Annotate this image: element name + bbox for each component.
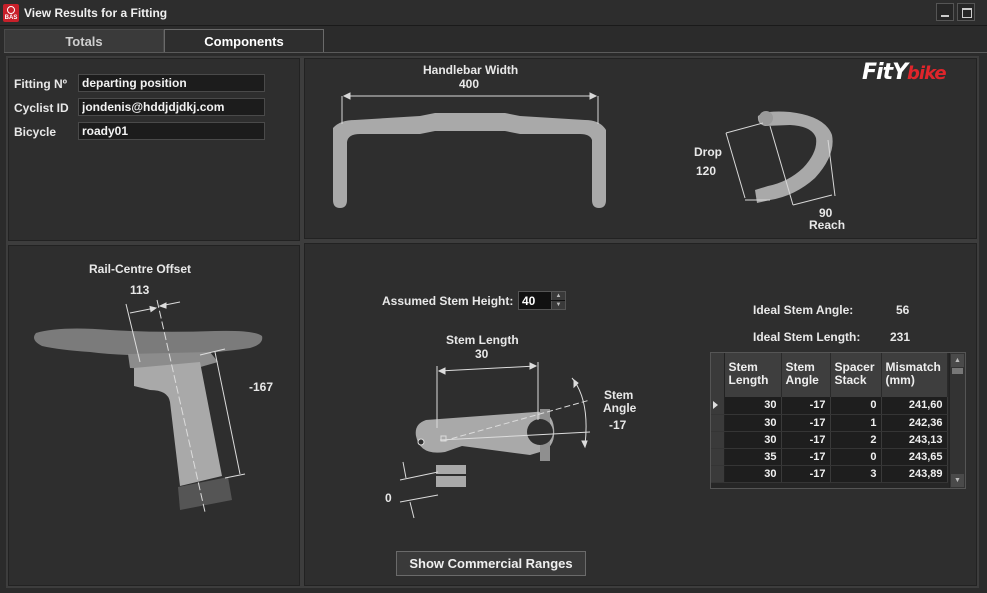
stem-length-value: 30 (475, 347, 489, 361)
rail-offset-value: 113 (130, 283, 150, 297)
logo-bike-text: bike (907, 63, 947, 84)
show-commercial-ranges-button[interactable]: Show Commercial Ranges (396, 551, 586, 576)
tab-components[interactable]: Components (164, 29, 324, 53)
rail-centre-offset-title: Rail-Centre Offset (89, 262, 192, 276)
cell-mismatch[interactable]: 243,65 (881, 448, 948, 466)
row-selector[interactable] (711, 431, 725, 449)
assumed-stem-height-label: Assumed Stem Height: (382, 294, 514, 308)
logo-fit-text: FitY (862, 60, 908, 85)
table-row[interactable]: 30 -17 0 241,60 (711, 397, 948, 415)
table-row[interactable]: 35 -17 0 243,65 (711, 448, 948, 466)
stem-length-label: Stem Length (446, 333, 519, 347)
grid-vertical-scrollbar[interactable]: ▲ ▼ (949, 353, 965, 488)
scroll-up-arrow-icon[interactable]: ▲ (951, 354, 964, 367)
col-stem-length[interactable]: Stem Length (724, 353, 782, 397)
drop-value: 120 (696, 164, 717, 178)
col-mismatch[interactable]: Mismatch (mm) (881, 353, 948, 397)
app-logo-icon: BAS (3, 4, 19, 22)
window-title: View Results for a Fitting (24, 6, 168, 20)
current-row-indicator-icon (713, 401, 718, 409)
fitting-number-label: Fitting Nº (14, 77, 68, 91)
cell-spacer-stack[interactable]: 3 (830, 465, 882, 483)
cell-mismatch[interactable]: 241,60 (881, 397, 948, 415)
cell-stem-length[interactable]: 30 (724, 414, 782, 432)
cyclist-id-label: Cyclist ID (14, 101, 69, 115)
stem-height-input[interactable] (519, 292, 551, 309)
cell-stem-length[interactable]: 30 (724, 431, 782, 449)
stem-angle-label-1: Stem (604, 388, 634, 402)
handlebar-width-label: Handlebar Width (423, 63, 519, 77)
cell-stem-angle[interactable]: -17 (781, 465, 831, 483)
bicycle-label: Bicycle (14, 125, 57, 139)
stem-height-stepper[interactable]: ▲ ▼ (518, 291, 566, 310)
cyclist-id-field[interactable] (78, 98, 265, 116)
cell-stem-angle[interactable]: -17 (781, 431, 831, 449)
scroll-thumb[interactable] (952, 368, 963, 374)
tab-totals[interactable]: Totals (4, 29, 164, 53)
table-row[interactable]: 30 -17 2 243,13 (711, 431, 948, 449)
cell-stem-angle[interactable]: -17 (781, 448, 831, 466)
scroll-down-arrow-icon[interactable]: ▼ (951, 474, 964, 487)
table-row[interactable]: 30 -17 3 243,89 (711, 465, 948, 483)
seatpost-height-value: -167 (249, 380, 274, 394)
row-selector[interactable] (711, 448, 725, 466)
ideal-stem-angle-label: Ideal Stem Angle: (753, 303, 854, 317)
handlebar-width-value: 400 (459, 77, 480, 91)
col-spacer-stack[interactable]: Spacer Stack (830, 353, 882, 397)
tab-divider (4, 52, 987, 53)
fitybike-logo: FitYbike (862, 60, 947, 85)
fitting-number-field[interactable] (78, 74, 265, 92)
saddle-panel (6, 243, 302, 588)
cell-stem-length[interactable]: 35 (724, 448, 782, 466)
cell-spacer-stack[interactable]: 0 (830, 397, 882, 415)
cell-stem-angle[interactable]: -17 (781, 397, 831, 415)
ideal-stem-length-value: 231 (890, 330, 911, 344)
bicycle-field[interactable] (78, 122, 265, 140)
stem-height-down-button[interactable]: ▼ (551, 301, 565, 309)
ideal-stem-angle-value: 56 (896, 303, 910, 317)
drop-label: Drop (694, 145, 722, 159)
reach-label: Reach (809, 218, 846, 232)
row-header-corner (711, 353, 725, 397)
cell-spacer-stack[interactable]: 0 (830, 448, 882, 466)
cell-stem-length[interactable]: 30 (724, 465, 782, 483)
cell-stem-length[interactable]: 30 (724, 397, 782, 415)
cell-mismatch[interactable]: 242,36 (881, 414, 948, 432)
col-stem-angle[interactable]: Stem Angle (781, 353, 831, 397)
cell-mismatch[interactable]: 243,13 (881, 431, 948, 449)
stem-results-grid[interactable]: Stem Length Stem Angle Spacer Stack Mismatc… (710, 352, 966, 489)
row-selector[interactable] (711, 465, 725, 483)
grid-header-row: Stem Length Stem Angle Spacer Stack Mismatc… (711, 353, 948, 397)
spacer-value: 0 (385, 491, 392, 505)
cell-stem-angle[interactable]: -17 (781, 414, 831, 432)
cell-spacer-stack[interactable]: 1 (830, 414, 882, 432)
stem-height-up-button[interactable]: ▲ (551, 292, 565, 300)
title-bar: BAS View Results for a Fitting (0, 0, 987, 26)
cell-mismatch[interactable]: 243,89 (881, 465, 948, 483)
cell-spacer-stack[interactable]: 2 (830, 431, 882, 449)
maximize-button[interactable] (957, 3, 975, 21)
stem-angle-label-2: Angle (603, 401, 637, 415)
minimize-button[interactable] (936, 3, 954, 21)
row-selector[interactable] (711, 414, 725, 432)
stem-angle-value: -17 (609, 418, 627, 432)
table-row[interactable]: 30 -17 1 242,36 (711, 414, 948, 432)
ideal-stem-length-label: Ideal Stem Length: (753, 330, 861, 344)
